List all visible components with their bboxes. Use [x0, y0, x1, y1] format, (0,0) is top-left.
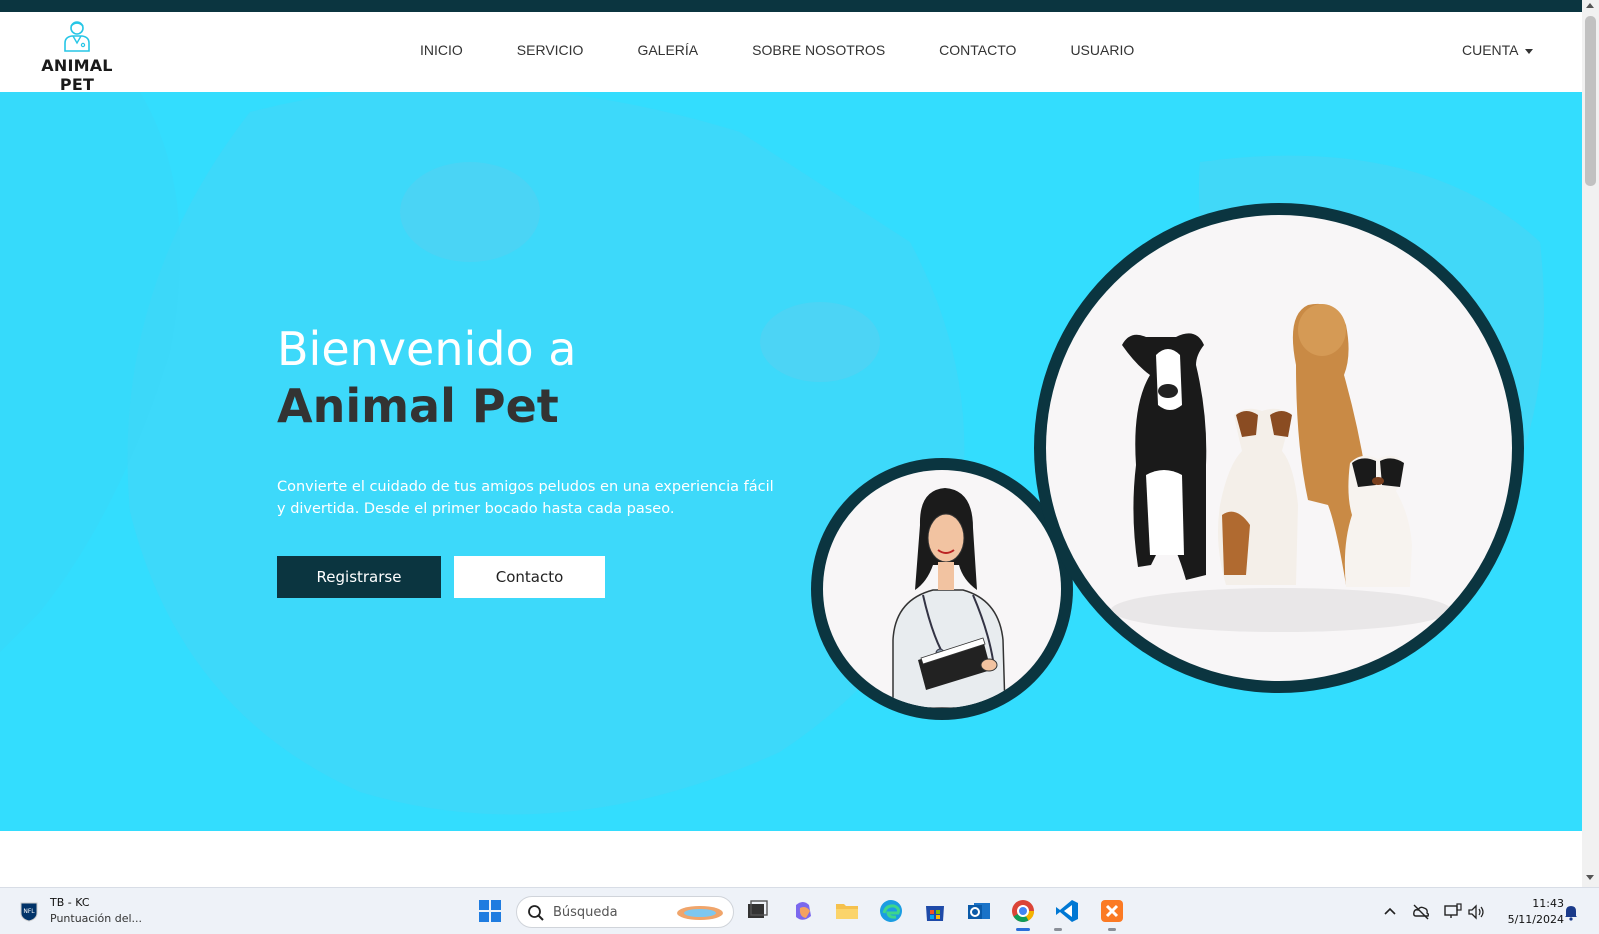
xampp-running-indicator	[1108, 928, 1116, 931]
nfl-icon: NFL	[20, 902, 38, 922]
browser-top-strip	[0, 0, 1582, 12]
search-icon	[528, 905, 544, 921]
veterinarian-circle-frame	[811, 458, 1073, 720]
search-placeholder: Búsqueda	[553, 905, 618, 920]
taskbar-search[interactable]: Búsqueda	[516, 896, 734, 928]
chevron-up-icon[interactable]	[1380, 902, 1400, 922]
nav-link-contacto[interactable]: CONTACTO	[939, 42, 1016, 58]
windows-taskbar: NFL TB - KC Puntuación del... Búsqueda 1…	[0, 887, 1599, 934]
brand-logo[interactable]: ANIMAL PET	[22, 18, 132, 94]
cloud-offline-icon[interactable]	[1411, 902, 1431, 922]
search-highlight-icon	[677, 906, 723, 920]
windows-start-icon[interactable]	[475, 896, 505, 926]
scroll-thumb[interactable]	[1585, 16, 1596, 186]
navbar: ANIMAL PET INICIO SERVICIO GALERÍA SOBRE…	[0, 12, 1582, 94]
nav-link-sobre-nosotros[interactable]: SOBRE NOSOTROS	[752, 42, 885, 58]
doctor-icon	[64, 21, 90, 52]
sports-widget[interactable]: NFL TB - KC Puntuación del...	[18, 896, 142, 925]
outlook-icon[interactable]	[964, 896, 994, 926]
notification-bell-icon[interactable]	[1561, 902, 1581, 922]
vscode-running-indicator	[1054, 928, 1062, 931]
page-scrollbar[interactable]	[1582, 0, 1599, 887]
widget-subtitle: Puntuación del...	[50, 912, 143, 925]
volume-icon[interactable]	[1466, 902, 1486, 922]
system-clock[interactable]: 11:43 5/11/2024	[1494, 896, 1564, 928]
scroll-down-arrow-icon[interactable]	[1586, 875, 1594, 880]
account-label: CUENTA	[1462, 42, 1519, 58]
account-dropdown[interactable]: CUENTA	[1462, 42, 1533, 58]
dogs-illustration	[1111, 303, 1451, 632]
xampp-icon[interactable]	[1097, 896, 1127, 926]
file-explorer-icon[interactable]	[832, 896, 862, 926]
widget-title: TB - KC	[50, 896, 90, 909]
vscode-icon[interactable]	[1052, 896, 1082, 926]
clock-time: 11:43	[1532, 897, 1564, 910]
hero-title-line2: Animal Pet	[277, 379, 559, 433]
dogs-circle-frame	[1034, 203, 1524, 693]
chrome-icon[interactable]	[1008, 896, 1038, 926]
network-icon[interactable]	[1443, 902, 1463, 922]
nav-link-usuario[interactable]: USUARIO	[1070, 42, 1134, 58]
edge-browser-icon[interactable]	[876, 896, 906, 926]
copilot-icon[interactable]	[788, 896, 818, 926]
clock-date: 5/11/2024	[1507, 913, 1564, 926]
caret-down-icon	[1524, 48, 1533, 54]
contact-button[interactable]: Contacto	[454, 556, 605, 598]
hero-title-line1: Bienvenido a	[277, 322, 577, 376]
nav-link-galeria[interactable]: GALERÍA	[637, 42, 698, 58]
hero-description: Convierte el cuidado de tus amigos pelud…	[277, 479, 774, 517]
veterinarian-illustration	[892, 488, 1006, 708]
nav-link-inicio[interactable]: INICIO	[420, 42, 463, 58]
brand-name: ANIMAL PET	[41, 56, 113, 94]
hero-section: Bienvenido a Animal Pet Convierte el cui…	[0, 92, 1582, 831]
nav-links: INICIO SERVICIO GALERÍA SOBRE NOSOTROS C…	[420, 42, 1188, 58]
svg-text:NFL: NFL	[23, 908, 35, 915]
task-view-icon[interactable]	[742, 896, 772, 926]
register-button[interactable]: Registrarse	[277, 556, 441, 598]
chrome-active-indicator	[1016, 928, 1030, 931]
microsoft-store-icon[interactable]	[920, 896, 950, 926]
nav-link-servicio[interactable]: SERVICIO	[517, 42, 584, 58]
scroll-up-arrow-icon[interactable]	[1586, 3, 1594, 8]
page-below-hero	[0, 831, 1582, 887]
